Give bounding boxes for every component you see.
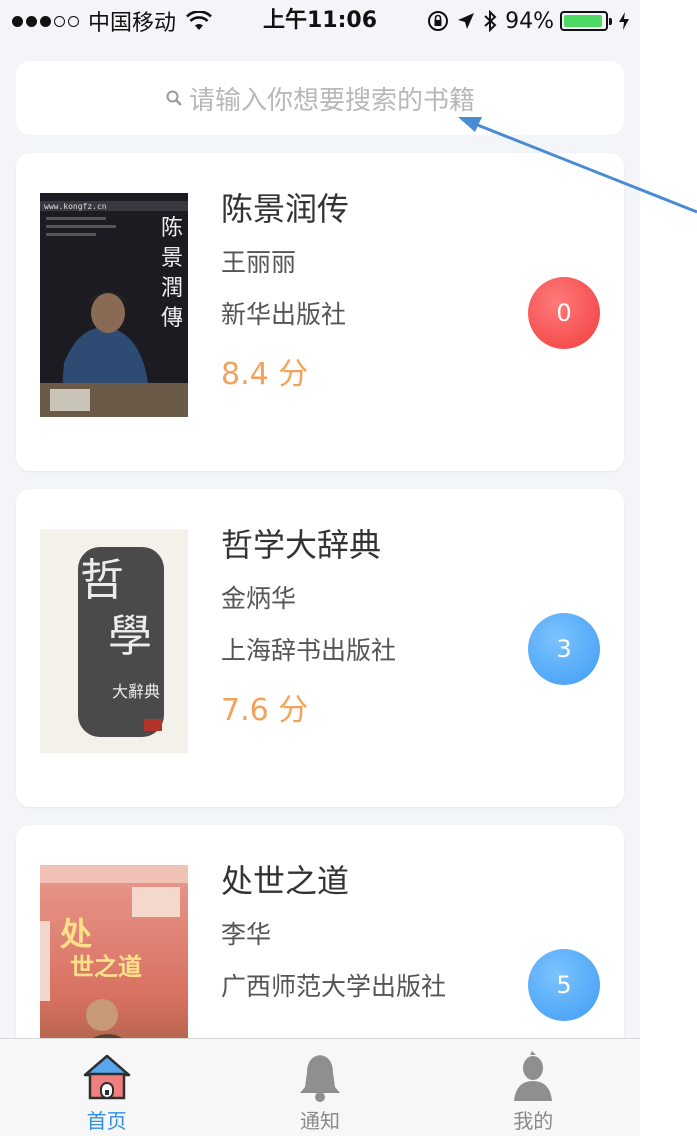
- book-author: 王丽丽: [221, 248, 297, 277]
- bell-icon: [299, 1055, 340, 1102]
- book-cover: 哲 學 大辭典: [40, 529, 188, 753]
- phone-screen: 中国移动 上午11:06 94% 请输入你想要搜索的书籍 www.kongfz.…: [0, 0, 640, 1136]
- book-rating: 8.4 分: [221, 357, 309, 392]
- book-info: 哲学大辞典 金炳华 上海辞书出版社 7.6 分: [221, 525, 396, 731]
- user-icon: [514, 1051, 553, 1101]
- status-bar: 中国移动 上午11:06 94%: [0, 0, 640, 42]
- status-right: 94%: [419, 6, 630, 36]
- book-card[interactable]: www.kongfz.cn 陈 景 潤 傳 陈景润传 王丽丽 新华出版社 8.4…: [16, 153, 624, 471]
- book-publisher: 上海辞书出版社: [221, 636, 397, 665]
- book-publisher: 广西师范大学出版社: [221, 972, 447, 1001]
- tab-profile[interactable]: 我的: [427, 1039, 640, 1136]
- svg-text:大辭典: 大辭典: [112, 682, 160, 701]
- orientation-lock-icon: [428, 11, 449, 31]
- location-icon: [458, 13, 475, 29]
- book-rating: 7.6 分: [221, 693, 309, 728]
- tab-label: 首页: [86, 1109, 127, 1133]
- battery-percent: 94%: [505, 8, 554, 34]
- book-card[interactable]: 哲 學 大辭典 哲学大辞典 金炳华 上海辞书出版社 7.6 分 3: [16, 489, 624, 807]
- signal-strength-icon: [12, 15, 82, 27]
- charging-icon: [619, 12, 629, 30]
- search-placeholder: 请输入你想要搜索的书籍: [188, 85, 475, 116]
- tab-home[interactable]: 首页: [0, 1039, 213, 1136]
- svg-text:潤: 潤: [161, 276, 183, 301]
- battery-fill: [564, 15, 602, 27]
- tab-notifications[interactable]: 通知: [213, 1039, 426, 1136]
- cover-top-text: www.kongfz.cn: [44, 202, 107, 211]
- svg-text:傳: 傳: [161, 306, 183, 331]
- search-input[interactable]: 请输入你想要搜索的书籍: [16, 61, 624, 135]
- status-left: 中国移动: [12, 6, 212, 36]
- book-title[interactable]: 哲学大辞典: [221, 525, 396, 565]
- tab-label: 通知: [299, 1109, 340, 1133]
- bluetooth-icon: [484, 10, 497, 32]
- book-author: 金炳华: [221, 584, 297, 613]
- count-badge[interactable]: 3: [528, 613, 600, 685]
- svg-text:景: 景: [161, 246, 183, 271]
- svg-text:世之道: 世之道: [70, 952, 142, 981]
- book-author: 李华: [221, 920, 272, 949]
- book-publisher: 新华出版社: [221, 300, 347, 329]
- tab-bar: 首页 通知 我的: [0, 1038, 640, 1136]
- tab-label: 我的: [513, 1109, 554, 1133]
- book-title[interactable]: 处世之道: [221, 861, 446, 901]
- book-info: 处世之道 李华 广西师范大学出版社: [221, 861, 446, 1005]
- count-badge[interactable]: 5: [528, 949, 600, 1021]
- book-info: 陈景润传 王丽丽 新华出版社 8.4 分: [221, 189, 349, 395]
- battery-icon: [560, 11, 612, 31]
- svg-text:學: 學: [108, 611, 152, 662]
- svg-text:陈: 陈: [161, 216, 183, 241]
- search-icon: [166, 90, 182, 106]
- book-cover: www.kongfz.cn 陈 景 潤 傳: [40, 193, 188, 417]
- svg-text:处: 处: [59, 915, 92, 953]
- home-icon: [83, 1054, 130, 1100]
- svg-text:哲: 哲: [80, 555, 124, 606]
- book-title[interactable]: 陈景润传: [221, 189, 349, 229]
- count-badge[interactable]: 0: [528, 277, 600, 349]
- wifi-icon: [186, 11, 212, 30]
- carrier-name: 中国移动: [88, 11, 177, 36]
